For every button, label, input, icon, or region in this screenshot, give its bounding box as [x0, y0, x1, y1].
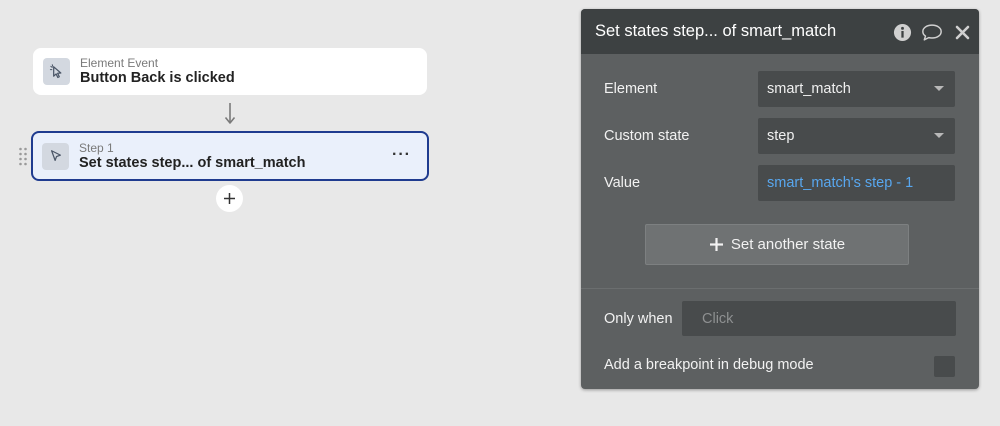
plus-icon	[709, 238, 723, 251]
value-expression-field[interactable]: smart_match's step - 1	[758, 165, 955, 201]
only-when-input[interactable]: Click	[682, 301, 956, 336]
more-options-button[interactable]: ···	[392, 145, 411, 165]
event-title: Button Back is clicked	[80, 70, 235, 86]
add-step-button[interactable]	[216, 185, 243, 212]
close-icon[interactable]	[951, 21, 973, 43]
element-label: Element	[604, 81, 658, 97]
set-another-state-button[interactable]: Set another state	[645, 224, 909, 265]
panel-header: Set states step... of smart_match	[581, 9, 979, 54]
divider	[581, 288, 979, 289]
value-label: Value	[604, 175, 641, 191]
breakpoint-checkbox[interactable]	[934, 356, 955, 377]
pointer-icon	[42, 142, 69, 170]
chevron-down-icon	[934, 133, 944, 138]
drag-handle-icon[interactable]	[18, 146, 28, 166]
only-when-label: Only when	[604, 311, 673, 327]
event-kicker: Element Event	[80, 56, 159, 70]
breakpoint-label: Add a breakpoint in debug mode	[604, 357, 814, 373]
chevron-down-icon	[934, 86, 944, 91]
arrow-down-icon	[224, 103, 236, 124]
custom-state-label: Custom state	[604, 128, 690, 144]
step-card[interactable]: Step 1 Set states step... of smart_match…	[31, 131, 429, 181]
property-panel: Set states step... of smart_match Elemen…	[581, 9, 979, 389]
set-another-state-label: Set another state	[730, 236, 846, 253]
plus-icon	[224, 193, 235, 204]
pointer-click-icon	[43, 58, 70, 85]
step-kicker: Step 1	[79, 140, 114, 155]
custom-state-value: step	[767, 128, 795, 144]
element-dropdown[interactable]: smart_match	[758, 71, 955, 107]
custom-state-dropdown[interactable]: step	[758, 118, 955, 154]
element-value: smart_match	[767, 81, 851, 97]
panel-title: Set states step... of smart_match	[595, 22, 837, 40]
info-icon[interactable]	[891, 21, 913, 43]
value-expression: smart_match's step - 1	[767, 175, 914, 191]
event-card[interactable]: Element Event Button Back is clicked	[33, 48, 427, 95]
only-when-placeholder: Click	[702, 310, 734, 327]
step-title: Set states step... of smart_match	[79, 154, 306, 171]
comment-icon[interactable]	[921, 21, 943, 43]
